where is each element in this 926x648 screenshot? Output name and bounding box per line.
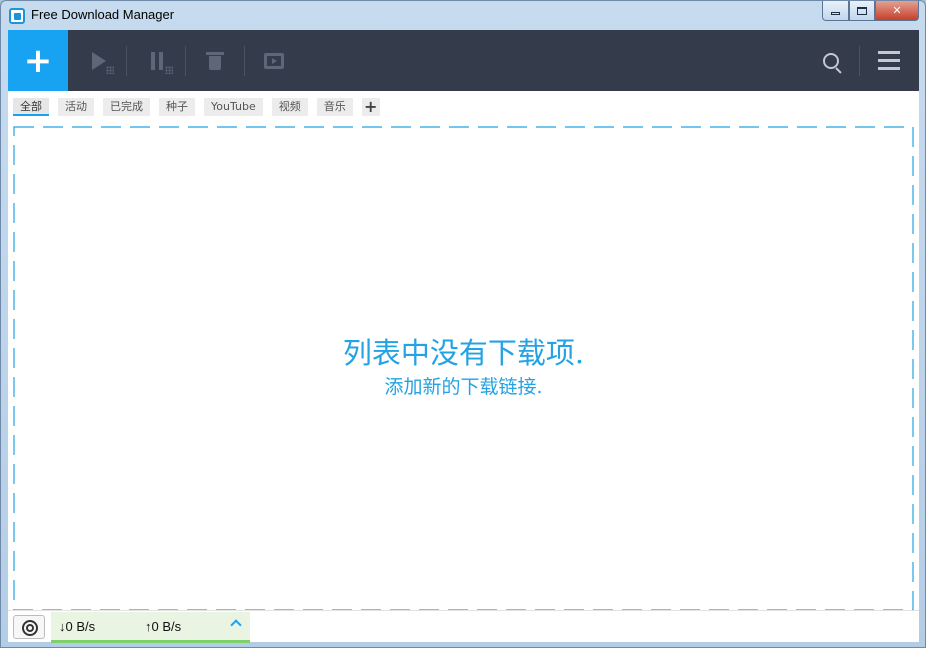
tab-video[interactable]: 视频 [271, 98, 308, 116]
main-menu-button[interactable] [860, 30, 918, 91]
search-button[interactable] [802, 30, 860, 91]
resume-button[interactable] [70, 30, 128, 91]
tab-youtube[interactable]: YouTube [204, 98, 263, 116]
tab-music[interactable]: 音乐 [316, 98, 353, 116]
grid-dots-icon [165, 66, 173, 74]
pause-icon [151, 51, 163, 70]
app-logo-icon [9, 8, 25, 24]
grid-dots-icon [106, 66, 114, 74]
filter-tabs: 全部 活动 已完成 种子 YouTube 视频 音乐 + [13, 98, 380, 116]
download-speed: ↓0 B/s [59, 619, 96, 634]
add-tab-button[interactable]: + [361, 98, 380, 116]
tab-all[interactable]: 全部 [13, 98, 49, 116]
add-download-button[interactable]: + [8, 30, 68, 91]
tab-active[interactable]: 活动 [58, 98, 94, 116]
chevron-up-icon[interactable] [230, 619, 242, 631]
window-controls: ✕ [822, 1, 919, 21]
maximize-button[interactable] [849, 1, 875, 21]
move-to-button[interactable] [245, 30, 303, 91]
title-bar[interactable]: Free Download Manager ✕ [1, 1, 925, 30]
toolbar-divider [126, 46, 127, 76]
window-title: Free Download Manager [31, 7, 175, 22]
minimize-icon [831, 12, 840, 15]
delete-button[interactable] [186, 30, 244, 91]
app-client-area: + 全部 活动 已完成 种子 YouTube 视频 音乐 + 列表中没有下载项.… [8, 30, 919, 643]
menu-icon [878, 51, 900, 70]
search-icon [823, 52, 839, 69]
plus-icon: + [23, 40, 53, 81]
speed-mode-button[interactable] [13, 615, 45, 639]
trash-icon [206, 51, 224, 70]
status-bar: ↓0 B/s ↑0 B/s [8, 610, 919, 643]
move-icon [264, 52, 284, 69]
play-icon [92, 51, 106, 70]
snail-icon [20, 620, 38, 636]
close-button[interactable]: ✕ [875, 1, 919, 21]
pause-button[interactable] [128, 30, 186, 91]
close-icon: ✕ [892, 4, 902, 17]
maximize-icon [857, 6, 867, 15]
upload-speed: ↑0 B/s [145, 619, 182, 634]
minimize-button[interactable] [822, 1, 849, 21]
tab-torrents[interactable]: 种子 [159, 98, 195, 116]
empty-list-title: 列表中没有下载项. [342, 336, 585, 370]
empty-list-subtitle: 添加新的下载链接. [384, 376, 543, 398]
toolbar: + [8, 30, 919, 91]
app-window: Free Download Manager ✕ + 全部 活动 已完成 种子 Y… [0, 0, 926, 648]
tab-completed[interactable]: 已完成 [103, 98, 150, 116]
speed-panel[interactable]: ↓0 B/s ↑0 B/s [51, 612, 250, 643]
